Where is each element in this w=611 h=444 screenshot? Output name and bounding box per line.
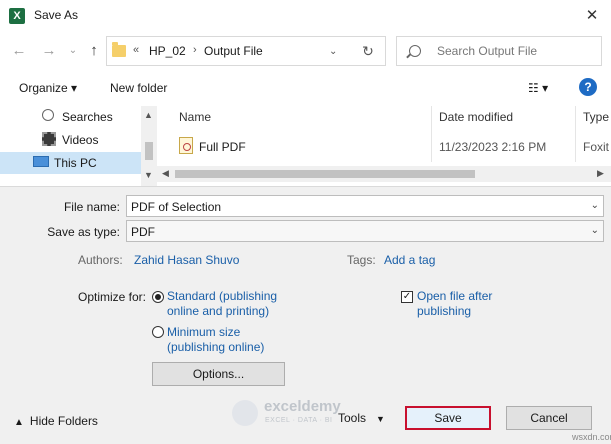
save-as-type-value: PDF (131, 225, 155, 239)
caret-down-icon: ▼ (376, 414, 385, 424)
save-button[interactable]: Save (405, 406, 491, 430)
search-icon (409, 45, 421, 57)
minimum-size-radio[interactable] (152, 326, 164, 338)
file-name-input[interactable]: PDF of Selection ⌄ (126, 195, 604, 217)
minimum-size-option-line2: (publishing online) (167, 340, 265, 354)
up-arrow-icon[interactable]: ↑ (85, 41, 103, 61)
column-header-date-modified[interactable]: Date modified (439, 110, 513, 124)
breadcrumb-hp-02[interactable]: HP_02 (149, 44, 186, 58)
sidebar-item-this-pc[interactable]: This PC (0, 152, 141, 174)
back-arrow-icon[interactable]: ← (10, 41, 28, 61)
hide-folders-label: Hide Folders (29, 414, 98, 428)
chevron-up-icon: ▲ (14, 417, 24, 428)
sidebar-item-label: Videos (62, 133, 99, 147)
options-button[interactable]: Options... (152, 362, 285, 386)
open-file-after-checkbox[interactable]: ✓ (401, 291, 413, 303)
file-name-label: File name: (63, 200, 120, 214)
search-placeholder: Search Output File (437, 44, 538, 58)
excel-app-icon: X (9, 8, 25, 24)
standard-radio[interactable] (152, 291, 164, 303)
window-title: Save As (34, 8, 79, 22)
open-file-after-label[interactable]: Open file after publishing (417, 289, 492, 319)
sidebar-item-videos[interactable]: Videos (0, 129, 141, 151)
standard-option-label[interactable]: Standard (publishing online and printing… (167, 289, 277, 319)
minimum-size-option-label[interactable]: Minimum size (publishing online) (167, 325, 264, 355)
tags-label: Tags: (347, 253, 376, 267)
minimum-size-option-line1: Minimum size (167, 325, 241, 339)
save-as-type-select[interactable]: PDF ⌄ (126, 220, 604, 242)
sidebar-item-searches[interactable]: Searches (0, 106, 141, 128)
new-folder-button[interactable]: New folder (110, 81, 167, 95)
scroll-down-icon[interactable]: ▼ (144, 170, 153, 180)
add-tag-link[interactable]: Add a tag (384, 253, 435, 267)
cancel-button[interactable]: Cancel (506, 406, 592, 430)
open-file-after-line1: Open file after (417, 289, 493, 303)
sort-ascending-icon: ⌃ (299, 106, 307, 112)
organize-menu-button[interactable]: Organize ▾ (19, 81, 77, 95)
open-file-after-line2: publishing (417, 304, 472, 318)
recent-locations-chevron-icon[interactable]: ⌄ (64, 41, 82, 61)
close-icon[interactable]: ✕ (581, 5, 603, 27)
searches-icon (42, 109, 54, 121)
file-row[interactable]: Full PDF 11/23/2023 2:16 PM Foxit (157, 134, 611, 160)
navigation-bar: ← → ⌄ ↑ « HP_02 › Output File ⌄ ↻ Search… (0, 32, 611, 70)
scroll-up-icon[interactable]: ▲ (144, 110, 153, 120)
view-options-icon[interactable]: ☷ ▾ (528, 81, 548, 95)
title-bar: X Save As ✕ (0, 0, 611, 32)
sidebar-scrollbar[interactable]: ▲ ▼ (141, 106, 157, 186)
chevron-down-icon[interactable]: ⌄ (591, 225, 599, 236)
refresh-icon[interactable]: ↻ (355, 40, 381, 62)
scrollbar-thumb[interactable] (175, 170, 475, 178)
pane-divider (0, 186, 611, 187)
file-list-horizontal-scrollbar[interactable]: ◀ ▶ (157, 166, 611, 182)
help-icon[interactable]: ? (579, 78, 597, 96)
standard-option-line2: online and printing) (167, 304, 270, 318)
optimize-for-label: Optimize for: (77, 290, 146, 304)
address-dropdown-chevron-icon[interactable]: ⌄ (329, 46, 337, 57)
scroll-left-icon[interactable]: ◀ (162, 168, 169, 179)
navigation-pane: Searches Videos This PC ▲ ▼ (0, 106, 157, 186)
file-list-pane: ⌃ Name Date modified Type Full PDF 11/23… (157, 106, 611, 186)
tools-label: Tools (338, 411, 367, 425)
hide-folders-button[interactable]: ▲ Hide Folders (14, 414, 98, 428)
computer-icon (33, 156, 49, 167)
file-name-value: PDF of Selection (131, 200, 222, 214)
column-header-type[interactable]: Type (583, 110, 609, 124)
watermark-name: exceldemy (264, 398, 341, 415)
chevron-down-icon[interactable]: ⌄ (591, 200, 599, 211)
sidebar-item-label: This PC (54, 156, 97, 170)
tools-menu-button[interactable]: Tools ▼ (338, 411, 385, 425)
file-date: 11/23/2023 2:16 PM (439, 140, 547, 154)
file-name: Full PDF (199, 140, 246, 154)
site-watermark: wsxdn.com (572, 432, 611, 442)
watermark-tagline: EXCEL · DATA · BI (265, 417, 333, 424)
scrollbar-thumb[interactable] (145, 142, 153, 160)
pdf-file-icon (179, 137, 193, 154)
sidebar-item-label: Searches (62, 110, 113, 124)
folder-icon (112, 42, 126, 57)
file-type: Foxit (583, 140, 610, 154)
forward-arrow-icon[interactable]: → (40, 41, 58, 61)
exceldemy-logo-icon (232, 400, 258, 426)
address-overflow[interactable]: « (133, 44, 139, 56)
authors-value[interactable]: Zahid Hasan Shuvo (134, 253, 239, 267)
scroll-right-icon[interactable]: ▶ (597, 168, 604, 179)
standard-option-line1: Standard (publishing (167, 289, 278, 303)
command-toolbar: Organize ▾ New folder ☷ ▾ ? (0, 70, 611, 106)
authors-label: Authors: (78, 253, 123, 267)
column-header-name[interactable]: Name (179, 110, 211, 124)
film-strip-icon (42, 132, 56, 146)
breadcrumb-output-file[interactable]: Output File (204, 44, 263, 58)
search-box[interactable]: Search Output File (396, 36, 602, 66)
save-as-type-label: Save as type: (47, 225, 120, 239)
address-bar[interactable]: « HP_02 › Output File (106, 36, 429, 66)
breadcrumb-chevron-icon[interactable]: › (193, 44, 197, 56)
